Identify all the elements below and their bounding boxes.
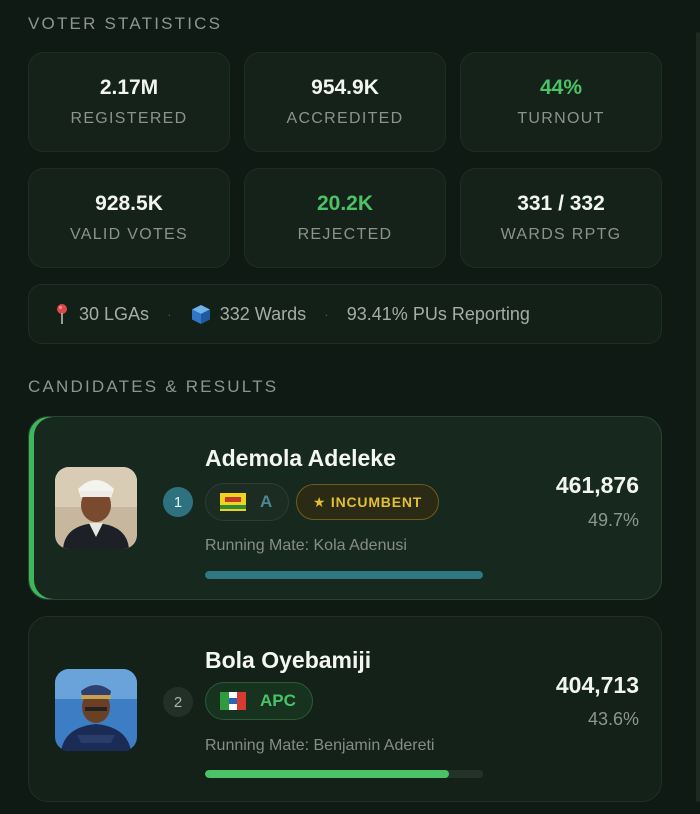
rank-badge: 2 bbox=[163, 687, 193, 717]
candidate-card-oyebamiji[interactable]: 2 Bola Oyebamiji APC Running Mate: Benja… bbox=[28, 616, 662, 802]
stat-turnout: 44% TURNOUT bbox=[460, 52, 662, 152]
vote-percent: 43.6% bbox=[587, 709, 639, 729]
party-pill: A bbox=[205, 483, 289, 521]
avatar bbox=[55, 669, 137, 751]
candidate-photo bbox=[55, 669, 137, 751]
avatar bbox=[55, 467, 137, 549]
vote-count: 461,876 bbox=[555, 472, 639, 498]
running-mate: Running Mate: Kola Adenusi bbox=[205, 537, 407, 554]
stat-value: 928.5K bbox=[95, 192, 163, 215]
apc-flag-icon bbox=[220, 692, 246, 710]
incumbent-badge: ★ INCUMBENT bbox=[296, 484, 439, 520]
stat-value: 2.17M bbox=[99, 76, 159, 99]
stat-label: WARDS RPTG bbox=[500, 226, 622, 243]
vote-share-bar bbox=[205, 770, 483, 778]
ward-count-text: 332 Wards bbox=[219, 303, 307, 324]
separator: · bbox=[324, 306, 329, 322]
candidate-card-adeleke[interactable]: 1 Ademola Adeleke A ★ INCUMBENT Running … bbox=[28, 416, 662, 600]
party-a-flag-icon bbox=[220, 493, 246, 511]
pus-reporting-text: 93.41% PUs Reporting bbox=[346, 303, 530, 324]
stat-rejected: 20.2K REJECTED bbox=[244, 168, 446, 268]
stat-registered: 2.17M REGISTERED bbox=[28, 52, 230, 152]
party-name: A bbox=[260, 492, 273, 511]
stat-label: REJECTED bbox=[297, 226, 393, 243]
candidate-photo bbox=[55, 467, 137, 549]
stat-wards-reporting: 331 / 332 WARDS RPTG bbox=[460, 168, 662, 268]
voter-statistics-title: VOTER STATISTICS bbox=[28, 14, 223, 33]
stat-valid-votes: 928.5K VALID VOTES bbox=[28, 168, 230, 268]
candidate-name: Bola Oyebamiji bbox=[205, 647, 372, 673]
candidates-title: CANDIDATES & RESULTS bbox=[28, 377, 279, 396]
stat-value: 331 / 332 bbox=[517, 192, 605, 215]
scrollbar[interactable] bbox=[696, 32, 700, 802]
stat-accredited: 954.9K ACCREDITED bbox=[244, 52, 446, 152]
rank-badge: 1 bbox=[163, 487, 193, 517]
stat-value: 44% bbox=[539, 76, 583, 99]
vote-percent: 49.7% bbox=[587, 510, 639, 530]
ballot-box-icon bbox=[191, 305, 210, 324]
stat-label: REGISTERED bbox=[70, 110, 188, 127]
candidate-name: Ademola Adeleke bbox=[205, 445, 396, 471]
running-mate: Running Mate: Benjamin Adereti bbox=[205, 737, 435, 754]
ward-count: 332 Wards bbox=[190, 303, 306, 325]
separator: · bbox=[167, 306, 172, 322]
stat-label: ACCREDITED bbox=[286, 110, 404, 127]
party-pill: APC bbox=[205, 682, 313, 720]
stat-label: VALID VOTES bbox=[69, 226, 189, 243]
vote-share-fill bbox=[205, 770, 449, 778]
vote-share-fill bbox=[205, 571, 483, 579]
pin-icon bbox=[57, 304, 67, 324]
vote-share-bar bbox=[205, 571, 483, 579]
vote-count: 404,713 bbox=[555, 672, 639, 698]
stat-value: 20.2K bbox=[316, 192, 374, 215]
stat-label: TURNOUT bbox=[517, 110, 605, 127]
lga-count: 30 LGAs bbox=[55, 303, 149, 325]
stat-value: 954.9K bbox=[311, 76, 379, 99]
lga-count-text: 30 LGAs bbox=[79, 303, 150, 324]
stats-grid: 2.17M REGISTERED 954.9K ACCREDITED 44% T… bbox=[28, 52, 662, 268]
party-name: APC bbox=[260, 691, 296, 710]
coverage-info-bar: 30 LGAs · 332 Wards · 93.41% PUs Reporti… bbox=[28, 284, 662, 344]
